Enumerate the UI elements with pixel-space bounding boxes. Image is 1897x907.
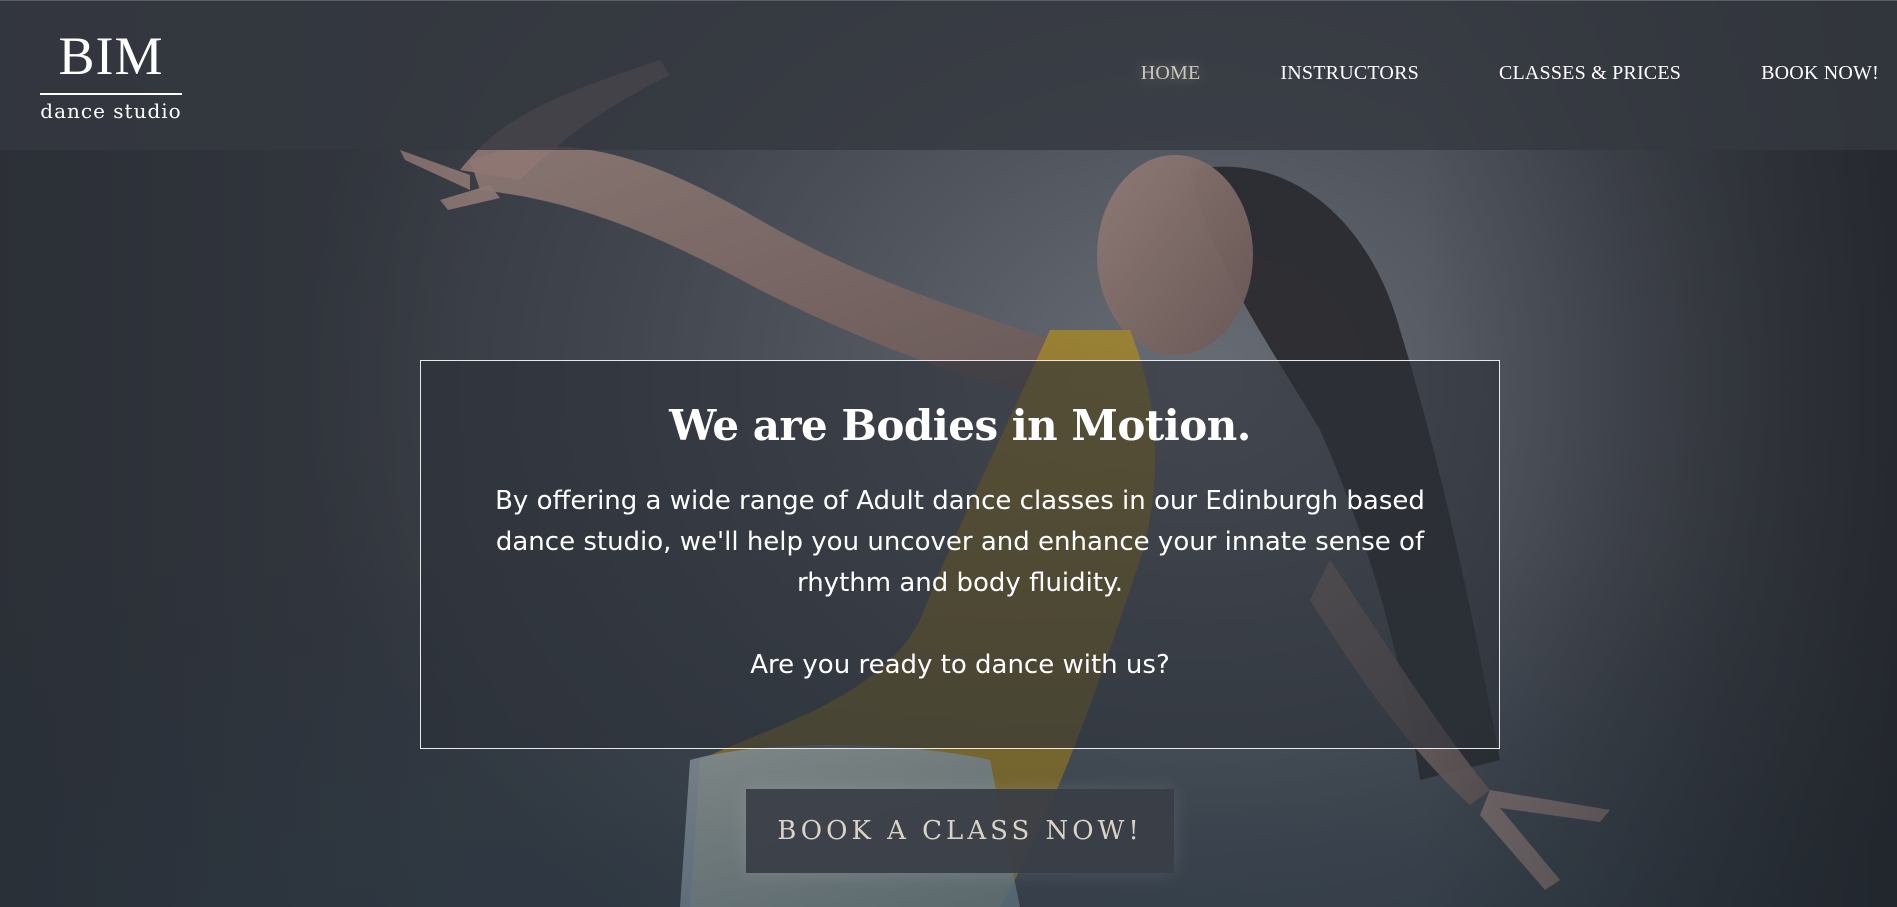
main-nav: HOME INSTRUCTORS CLASSES & PRICES BOOK N… [1141, 63, 1879, 83]
hero-message-box: We are Bodies in Motion. By offering a w… [420, 360, 1500, 749]
nav-book-now[interactable]: BOOK NOW! [1761, 63, 1879, 83]
nav-home[interactable]: HOME [1141, 63, 1201, 83]
studio-logo[interactable]: BIM dance studio [40, 29, 182, 121]
nav-classes-prices[interactable]: CLASSES & PRICES [1499, 63, 1681, 83]
nav-instructors[interactable]: INSTRUCTORS [1280, 63, 1419, 83]
hero-section: BIM dance studio HOME INSTRUCTORS CLASSE… [0, 0, 1897, 907]
logo-divider [40, 93, 182, 95]
book-class-button[interactable]: BOOK A CLASS NOW! [746, 789, 1174, 873]
hero-question-text: Are you ready to dance with us? [750, 650, 1170, 680]
hero-heading: We are Bodies in Motion. [669, 401, 1251, 450]
logo-sub-text: dance studio [40, 99, 182, 123]
hero-intro-text: By offering a wide range of Adult dance … [495, 486, 1425, 598]
site-header: BIM dance studio HOME INSTRUCTORS CLASSE… [0, 0, 1897, 150]
logo-main-text: BIM [58, 26, 164, 86]
